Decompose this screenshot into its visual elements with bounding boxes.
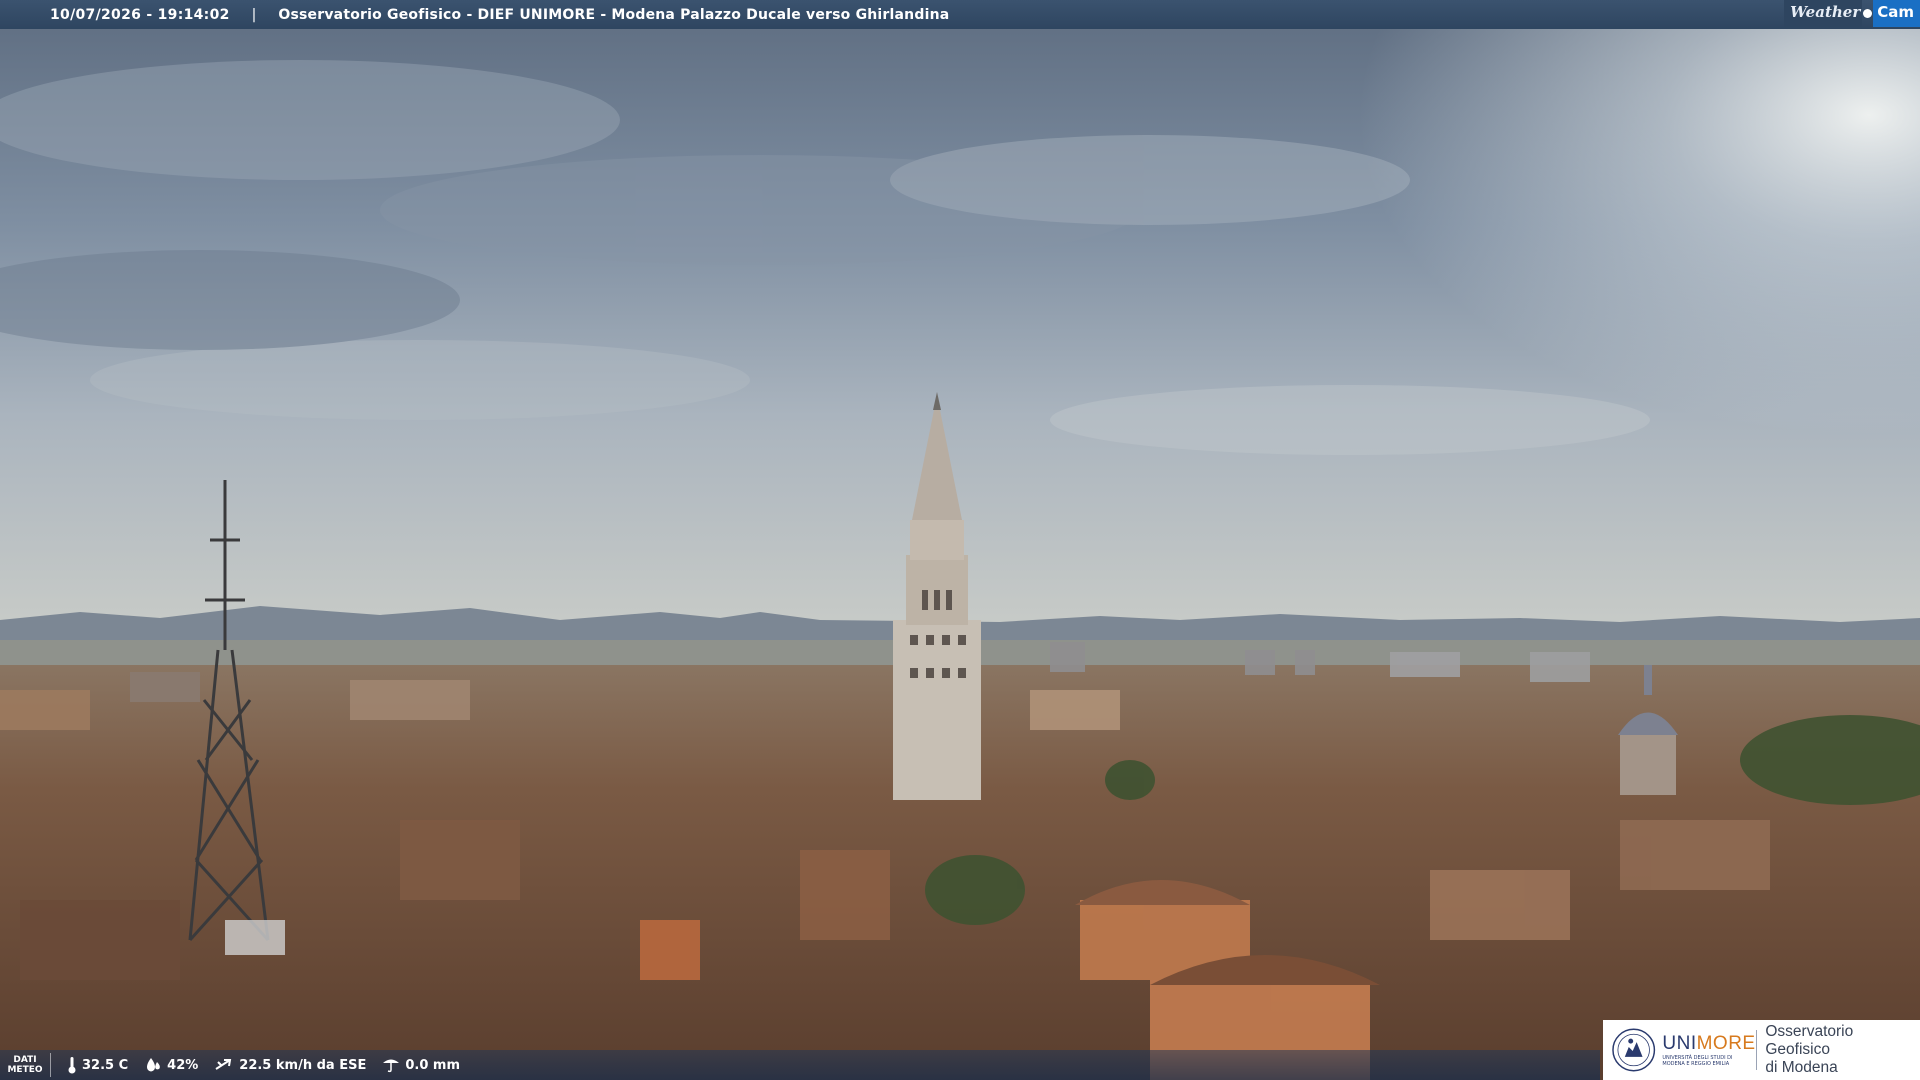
logo-dot-icon — [1863, 9, 1873, 18]
cam-text: Cam — [1873, 0, 1920, 27]
unimore-observatory-logo: UNIMORE UNIVERSITÀ DEGLI STUDI DI MODENA… — [1603, 1020, 1920, 1080]
weather-text: Weather — [1784, 0, 1863, 27]
caption-separator: | — [251, 6, 257, 23]
wind-value: 22.5 km/h da ESE — [239, 1057, 367, 1073]
university-mark: UNIMORE UNIVERSITÀ DEGLI STUDI DI MODENA… — [1662, 1033, 1756, 1067]
university-seal-icon — [1612, 1028, 1656, 1072]
observatory-line2: di Modena — [1765, 1059, 1838, 1076]
caption-bar: 10/07/2026 - 19:14:02 | Osservatorio Geo… — [0, 0, 1920, 29]
weather-data-bar: DATI METEO 32.5 C 42% 22.5 km/h da ESE 0… — [0, 1050, 1600, 1080]
temperature-reading: 32.5 C — [67, 1056, 128, 1074]
thermometer-icon — [68, 1057, 76, 1074]
weathercam-logo: Weather Cam — [1784, 0, 1920, 27]
webcam-image — [0, 0, 1920, 1080]
observatory-name: Osservatorio Geofisico di Modena — [1765, 1023, 1920, 1077]
logo-divider — [1756, 1030, 1758, 1070]
wind-icon — [215, 1059, 232, 1070]
observatory-line1: Osservatorio Geofisico — [1765, 1023, 1854, 1058]
humidity-drop-icon — [147, 1058, 161, 1072]
timestamp: 10/07/2026 - 19:14:02 — [50, 6, 230, 23]
university-name: UNIMORE — [1662, 1033, 1756, 1054]
wind-reading: 22.5 km/h da ESE — [214, 1057, 366, 1073]
rain-value: 0.0 mm — [405, 1057, 460, 1073]
meteo-label-line1: DATI — [13, 1055, 37, 1065]
rain-reading: 0.0 mm — [382, 1057, 460, 1073]
meteo-label-line2: METEO — [7, 1065, 43, 1075]
humidity-reading: 42% — [144, 1057, 198, 1073]
meteo-label: DATI METEO — [0, 1053, 51, 1077]
temperature-value: 32.5 C — [82, 1057, 129, 1073]
rain-gauge-icon — [383, 1059, 400, 1073]
university-subtitle: UNIVERSITÀ DEGLI STUDI DI MODENA E REGGI… — [1662, 1055, 1733, 1067]
humidity-value: 42% — [167, 1057, 199, 1073]
camera-title: Osservatorio Geofisico - DIEF UNIMORE - … — [278, 6, 950, 23]
